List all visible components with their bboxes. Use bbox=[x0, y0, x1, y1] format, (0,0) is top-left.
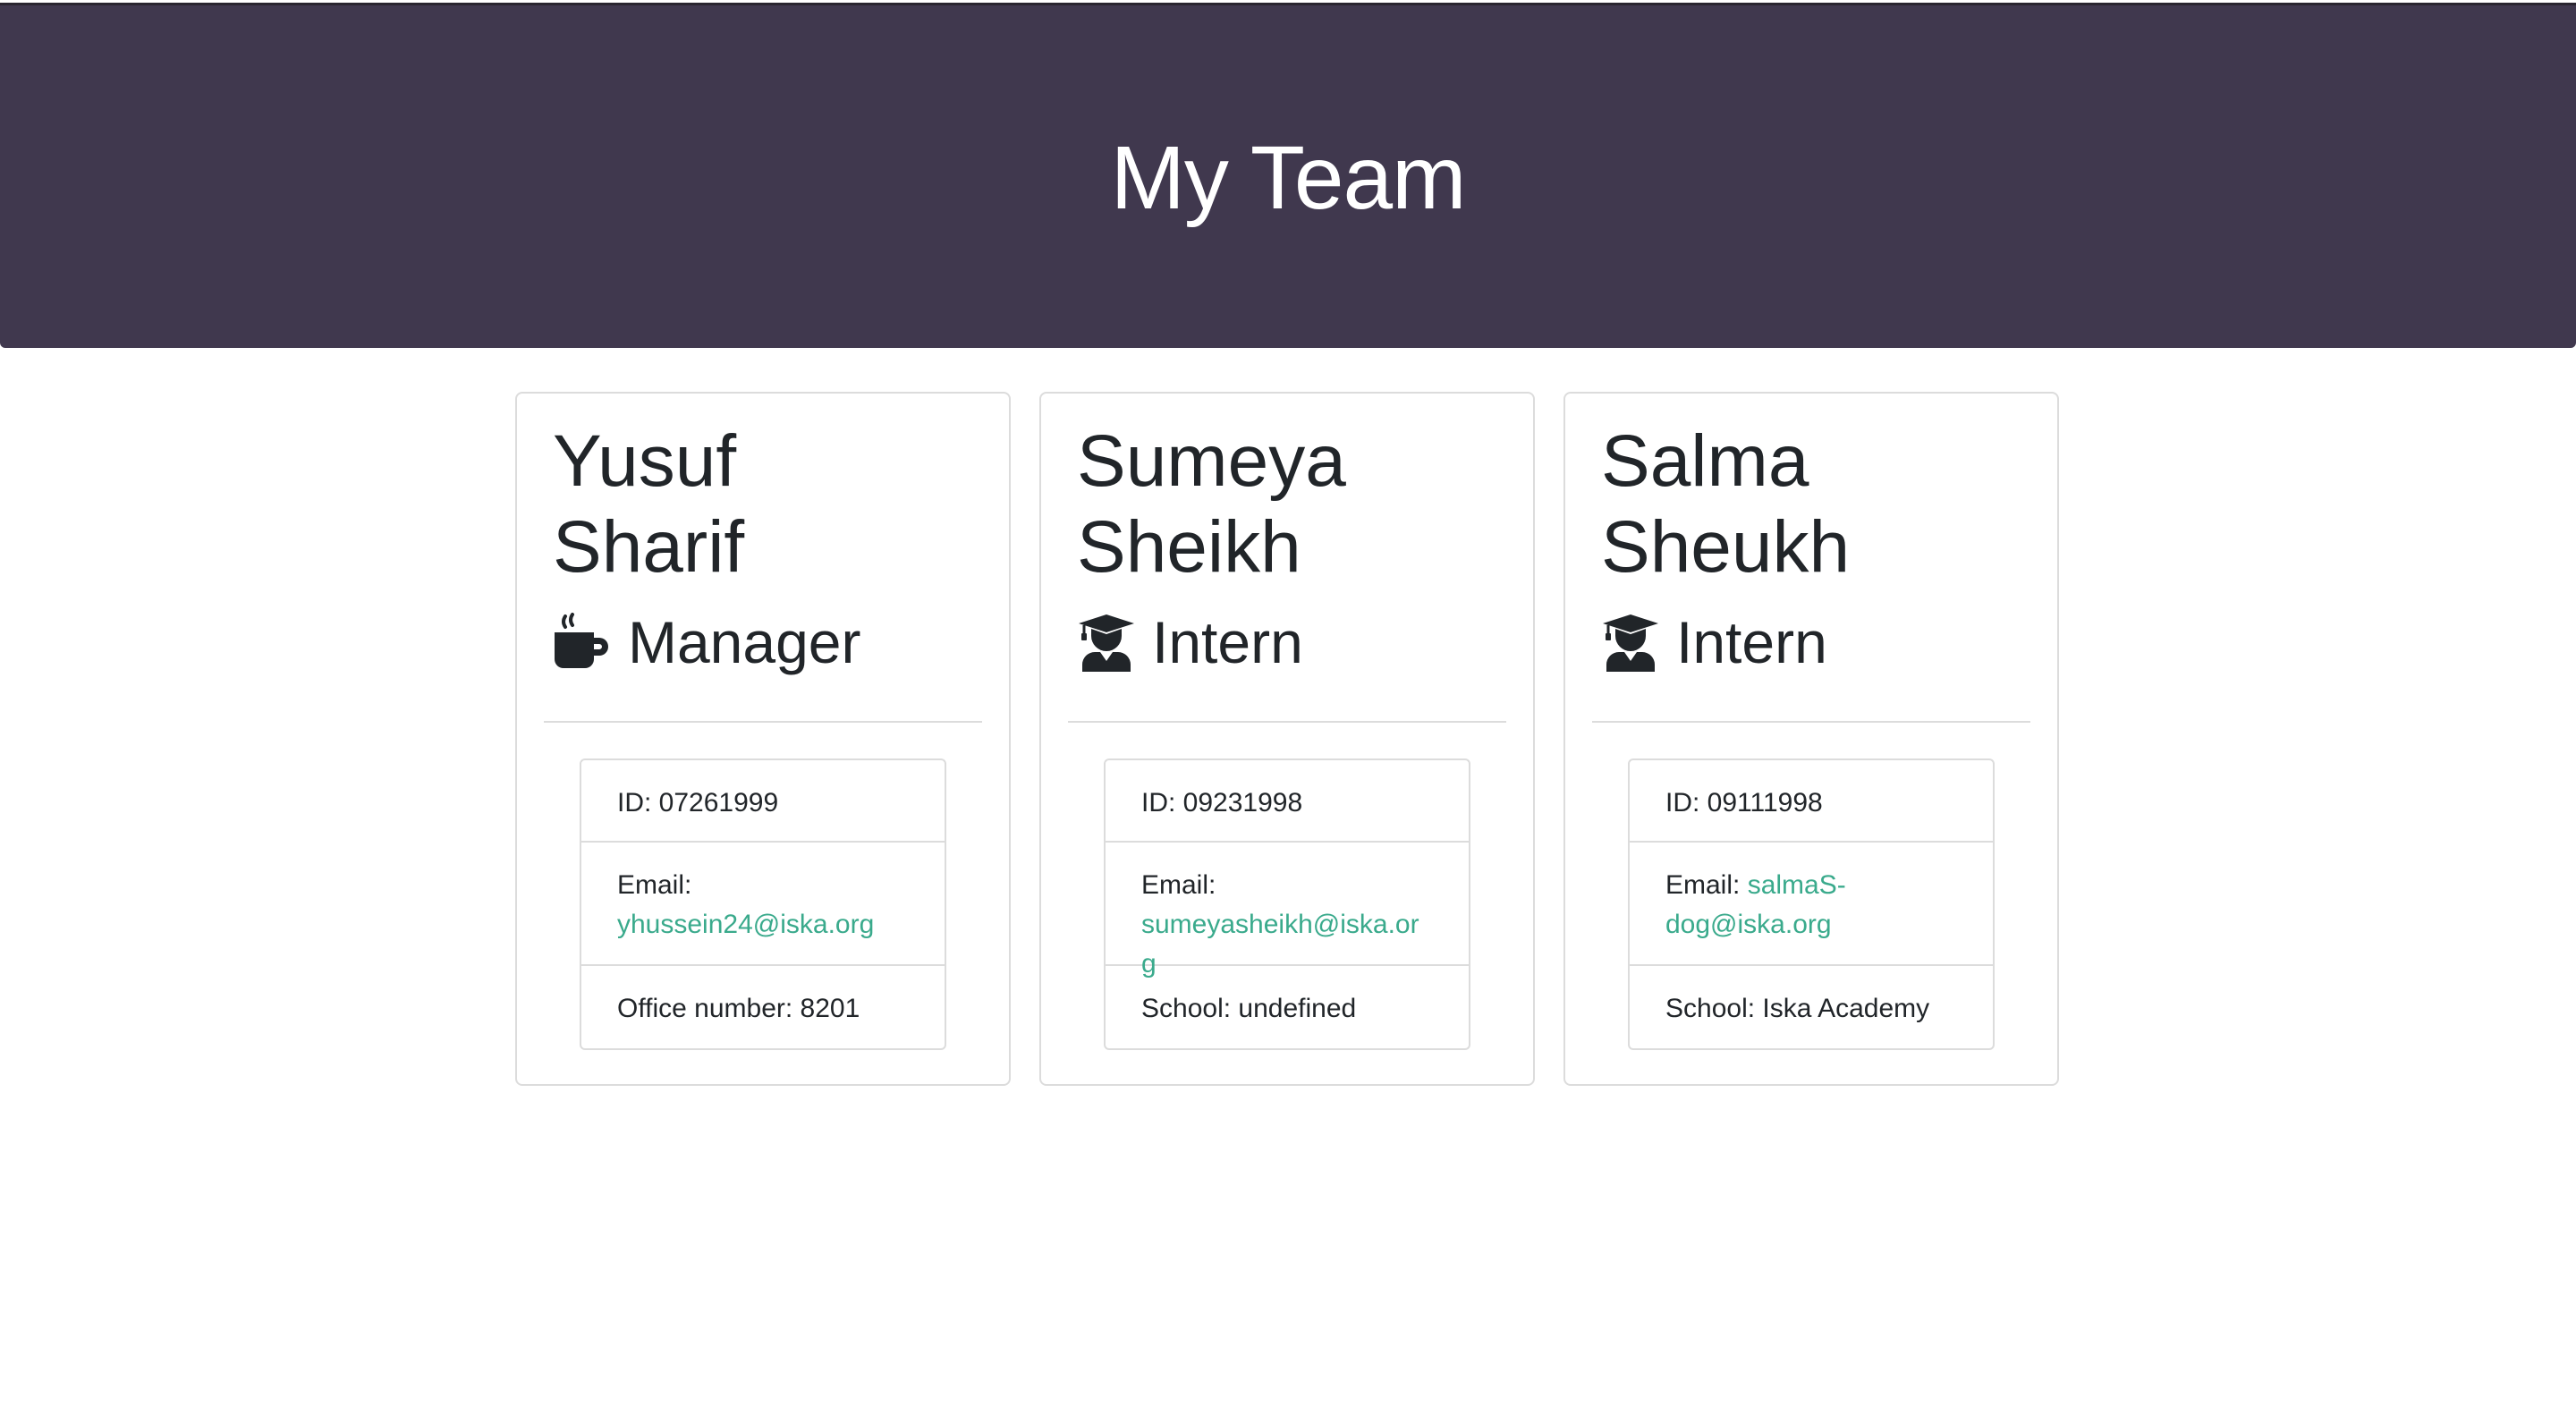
email-label: Email: bbox=[617, 870, 692, 900]
employee-id: ID: 09111998 bbox=[1630, 760, 1993, 843]
employee-school: School: undefined bbox=[1141, 994, 1357, 1023]
employee-email-row: Email: salmaS-dog@iska.org bbox=[1630, 843, 1993, 966]
employee-name: Yusuf Sharif bbox=[553, 419, 946, 590]
employee-id: ID: 07261999 bbox=[581, 760, 945, 843]
email-label: Email: bbox=[1665, 870, 1741, 900]
employee-first-name: Salma bbox=[1601, 420, 1809, 502]
employee-id: ID: 09231998 bbox=[1106, 760, 1469, 843]
employee-office-number: Office number: 8201 bbox=[617, 994, 860, 1023]
employee-first-name: Yusuf bbox=[553, 420, 737, 502]
team-cards: Yusuf Sharif Manager ID: 07261999 Email:… bbox=[515, 392, 2059, 1086]
email-link[interactable]: yhussein24@iska.org bbox=[617, 910, 874, 939]
employee-card-intern: Salma Sheukh Intern ID: 09111998 Email: … bbox=[1563, 392, 2059, 1086]
role-label: Intern bbox=[1676, 609, 1827, 675]
employee-role: Intern bbox=[1601, 606, 1827, 678]
employee-role: Intern bbox=[1077, 606, 1303, 678]
graduate-icon bbox=[1077, 613, 1136, 672]
graduate-icon bbox=[1601, 613, 1660, 672]
email-label: Email: bbox=[1141, 870, 1216, 900]
role-label: Manager bbox=[628, 609, 861, 675]
employee-name: Salma Sheukh bbox=[1601, 419, 1995, 590]
employee-email-row: Email: sumeyasheikh@iska.org bbox=[1106, 843, 1469, 979]
employee-info-list: ID: 07261999 Email: yhussein24@iska.org … bbox=[580, 758, 946, 1050]
page-header: My Team bbox=[0, 3, 2576, 348]
employee-last-name: Sheikh bbox=[1077, 506, 1301, 588]
coffee-mug-icon bbox=[553, 613, 612, 672]
page-title: My Team bbox=[1110, 128, 1467, 228]
employee-card-intern: Sumeya Sheikh Intern ID: 09231998 Email:… bbox=[1039, 392, 1535, 1086]
employee-last-name: Sheukh bbox=[1601, 506, 1851, 588]
employee-last-name: Sharif bbox=[553, 506, 745, 588]
employee-name: Sumeya Sheikh bbox=[1077, 419, 1470, 590]
role-label: Intern bbox=[1152, 609, 1303, 675]
employee-role: Manager bbox=[553, 606, 861, 678]
employee-email-row: Email: yhussein24@iska.org bbox=[581, 843, 945, 966]
employee-card-manager: Yusuf Sharif Manager ID: 07261999 Email:… bbox=[515, 392, 1011, 1086]
employee-info-list: ID: 09111998 Email: salmaS-dog@iska.org … bbox=[1628, 758, 1995, 1050]
employee-first-name: Sumeya bbox=[1077, 420, 1346, 502]
employee-school: School: Iska Academy bbox=[1665, 994, 1930, 1023]
employee-info-list: ID: 09231998 Email: sumeyasheikh@iska.or… bbox=[1104, 758, 1470, 1050]
